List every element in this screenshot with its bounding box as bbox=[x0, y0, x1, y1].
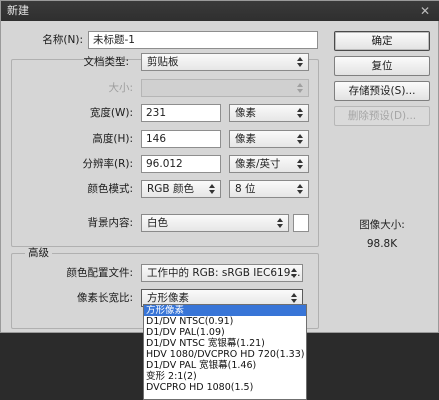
pixel-aspect-option[interactable]: HDV 1080/DVCPRO HD 720(1.33) bbox=[144, 349, 306, 360]
color-profile-label: 颜色配置文件: bbox=[66, 267, 133, 279]
pixel-aspect-dropdown-list: 方形像素 D1/DV NTSC(0.91) D1/DV PAL(1.09) D1/DV… bbox=[143, 304, 307, 400]
background-color-swatch[interactable] bbox=[293, 214, 309, 232]
select-arrows-icon bbox=[291, 291, 298, 305]
image-size-value: 98.8K bbox=[366, 238, 398, 250]
document-type-select[interactable]: 剪贴板 bbox=[141, 53, 309, 71]
select-arrows-icon bbox=[297, 157, 304, 171]
select-arrows-icon bbox=[277, 216, 284, 230]
background-label: 背景内容: bbox=[87, 217, 133, 229]
resolution-unit-select[interactable]: 像素/英寸 bbox=[229, 155, 309, 173]
height-label: 高度(H): bbox=[92, 133, 133, 145]
select-arrows-icon bbox=[209, 182, 216, 196]
background-select[interactable]: 白色 bbox=[141, 214, 289, 232]
background-value: 白色 bbox=[147, 217, 168, 229]
width-unit-value: 像素 bbox=[235, 107, 256, 119]
document-type-value: 剪贴板 bbox=[147, 56, 179, 68]
save-preset-button[interactable]: 存储预设(S)... bbox=[334, 81, 430, 101]
pixel-aspect-option[interactable]: D1/DV PAL 宽银幕(1.46) bbox=[144, 360, 306, 371]
image-size-label: 图像大小: bbox=[359, 219, 405, 231]
pixel-aspect-option[interactable]: DVCPRO HD 1080(1.5) bbox=[144, 382, 306, 393]
height-unit-value: 像素 bbox=[235, 133, 256, 145]
name-label: 名称(N): bbox=[42, 34, 83, 46]
resolution-label: 分辨率(R): bbox=[82, 158, 133, 170]
color-profile-select[interactable]: 工作中的 RGB: sRGB IEC619... bbox=[141, 264, 303, 282]
pixel-aspect-option[interactable]: D1/DV PAL(1.09) bbox=[144, 327, 306, 338]
color-mode-label: 颜色模式: bbox=[87, 183, 133, 195]
select-arrows-icon bbox=[297, 132, 304, 146]
dialog-title: 新建 bbox=[7, 4, 29, 17]
reset-button[interactable]: 复位 bbox=[334, 56, 430, 76]
width-label: 宽度(W): bbox=[89, 107, 133, 119]
color-mode-select[interactable]: RGB 颜色 bbox=[141, 180, 221, 198]
bit-depth-select[interactable]: 8 位 bbox=[229, 180, 309, 198]
resolution-input[interactable]: 96.012 bbox=[141, 155, 221, 173]
select-arrows-icon bbox=[297, 182, 304, 196]
select-arrows-icon bbox=[297, 55, 304, 69]
resolution-unit-value: 像素/英寸 bbox=[235, 158, 281, 170]
size-select bbox=[141, 79, 309, 97]
select-arrows-icon bbox=[297, 106, 304, 120]
width-input[interactable]: 231 bbox=[141, 104, 221, 122]
pixel-aspect-option[interactable]: D1/DV NTSC(0.91) bbox=[144, 316, 306, 327]
pixel-aspect-option[interactable]: 方形像素 bbox=[144, 305, 306, 316]
width-unit-select[interactable]: 像素 bbox=[229, 104, 309, 122]
select-arrows-icon bbox=[291, 266, 298, 280]
pixel-aspect-label: 像素长宽比: bbox=[76, 292, 133, 304]
pixel-aspect-option[interactable]: 变形 2:1(2) bbox=[144, 371, 306, 382]
advanced-section-label: 高级 bbox=[25, 247, 52, 259]
new-document-dialog: 新建 ✕ 名称(N): 未标题-1 文档类型: 剪贴板 大小: 宽度(W): 2… bbox=[0, 0, 439, 333]
color-profile-value: 工作中的 RGB: sRGB IEC619... bbox=[147, 267, 301, 279]
delete-preset-button: 删除预设(D)... bbox=[334, 106, 430, 126]
size-label: 大小: bbox=[108, 82, 133, 94]
name-input[interactable]: 未标题-1 bbox=[88, 31, 318, 49]
bit-depth-value: 8 位 bbox=[235, 183, 256, 195]
height-unit-select[interactable]: 像素 bbox=[229, 130, 309, 148]
select-arrows-icon bbox=[297, 81, 304, 95]
pixel-aspect-value: 方形像素 bbox=[147, 292, 189, 304]
height-input[interactable]: 146 bbox=[141, 130, 221, 148]
color-mode-value: RGB 颜色 bbox=[147, 183, 194, 195]
ok-button[interactable]: 确定 bbox=[334, 31, 430, 51]
dialog-titlebar: 新建 bbox=[1, 1, 439, 21]
close-icon[interactable]: ✕ bbox=[420, 1, 430, 21]
pixel-aspect-option[interactable]: D1/DV NTSC 宽银幕(1.21) bbox=[144, 338, 306, 349]
document-type-label: 文档类型: bbox=[83, 56, 129, 68]
